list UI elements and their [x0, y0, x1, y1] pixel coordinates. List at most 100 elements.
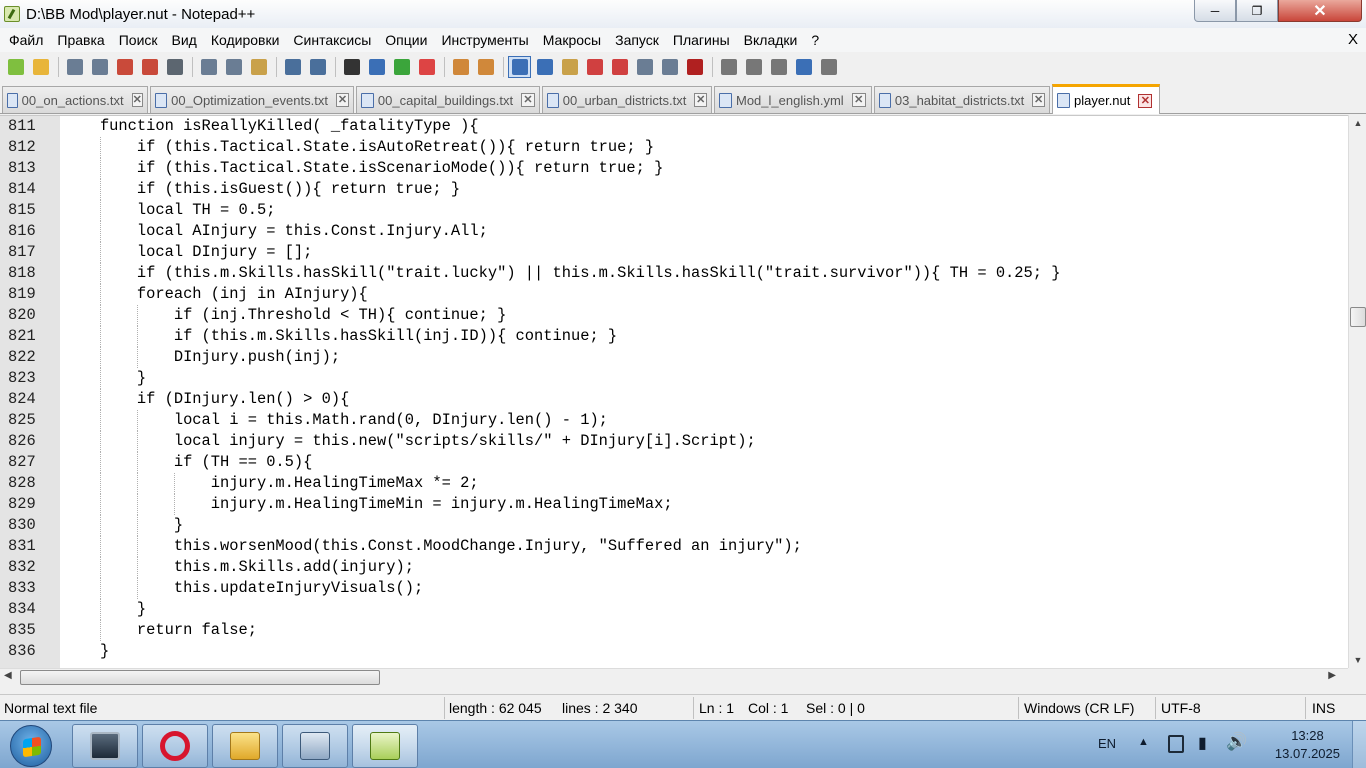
- maximize-button[interactable]: ❐: [1236, 0, 1278, 22]
- function-list-button[interactable]: [633, 56, 656, 78]
- folder-workspace-button[interactable]: [658, 56, 681, 78]
- udl-button[interactable]: [583, 56, 606, 78]
- tab-00-capital-buildings[interactable]: 00_capital_buildings.txt ✕: [356, 86, 540, 113]
- zoom-in-button[interactable]: [390, 56, 413, 78]
- code-line[interactable]: 826 local injury = this.new("scripts/ski…: [0, 431, 1344, 452]
- code-line[interactable]: 821 if (this.m.Skills.hasSkill(inj.ID)){…: [0, 326, 1344, 347]
- code-line[interactable]: 831 this.worsenMood(this.Const.MoodChang…: [0, 536, 1344, 557]
- menu-edit[interactable]: Правка: [50, 32, 111, 48]
- start-button[interactable]: [10, 725, 52, 767]
- code-line[interactable]: 822 DInjury.push(inj);: [0, 347, 1344, 368]
- code-editor[interactable]: 811 function isReallyKilled( _fatalityTy…: [0, 115, 1366, 668]
- close-document-button[interactable]: X: [1348, 31, 1358, 48]
- menu-settings[interactable]: Опции: [378, 32, 434, 48]
- undo-button[interactable]: [281, 56, 304, 78]
- code-line[interactable]: 830 }: [0, 515, 1344, 536]
- close-all-button[interactable]: [138, 56, 161, 78]
- tab-close-icon[interactable]: ✕: [1032, 93, 1045, 107]
- close-button[interactable]: [113, 56, 136, 78]
- menu-file[interactable]: Файл: [2, 32, 50, 48]
- vertical-scrollbar[interactable]: ▲ ▼: [1348, 115, 1366, 668]
- system-clock[interactable]: 13:28 13.07.2025: [1275, 727, 1340, 763]
- zoom-out-button[interactable]: [415, 56, 438, 78]
- code-line[interactable]: 824 if (DInjury.len() > 0){: [0, 389, 1344, 410]
- replace-button[interactable]: [365, 56, 388, 78]
- language-indicator[interactable]: EN: [1098, 736, 1116, 751]
- print-button[interactable]: [163, 56, 186, 78]
- redo-button[interactable]: [306, 56, 329, 78]
- code-line[interactable]: 812 if (this.Tactical.State.isAutoRetrea…: [0, 137, 1344, 158]
- sync-horizontal-button[interactable]: [474, 56, 497, 78]
- tab-close-icon[interactable]: ✕: [521, 93, 535, 107]
- code-line[interactable]: 818 if (this.m.Skills.hasSkill("trait.lu…: [0, 263, 1344, 284]
- code-line[interactable]: 834 }: [0, 599, 1344, 620]
- tab-close-icon[interactable]: ✕: [131, 93, 143, 107]
- horizontal-scrollbar[interactable]: ◀ ▶: [0, 668, 1348, 686]
- code-line[interactable]: 836 }: [0, 641, 1344, 662]
- tab-00-on-actions[interactable]: 00_on_actions.txt ✕: [2, 86, 148, 113]
- menu-run[interactable]: Запуск: [608, 32, 666, 48]
- code-line[interactable]: 819 foreach (inj in AInjury){: [0, 284, 1344, 305]
- tab-close-icon[interactable]: ✕: [335, 93, 349, 107]
- monitoring-button[interactable]: [683, 56, 706, 78]
- code-line[interactable]: 828 injury.m.HealingTimeMax *= 2;: [0, 473, 1344, 494]
- scroll-down-icon[interactable]: ▼: [1349, 652, 1366, 668]
- removable-device-icon[interactable]: [1168, 735, 1184, 753]
- new-file-button[interactable]: [4, 56, 27, 78]
- code-line[interactable]: 813 if (this.Tactical.State.isScenarioMo…: [0, 158, 1344, 179]
- taskbar-notepad-plus-plus[interactable]: [352, 724, 418, 768]
- taskbar-on-screen-keyboard[interactable]: [282, 724, 348, 768]
- code-line[interactable]: 827 if (TH == 0.5){: [0, 452, 1344, 473]
- volume-icon[interactable]: 🔊: [1226, 732, 1247, 752]
- code-line[interactable]: 833 this.updateInjuryVisuals();: [0, 578, 1344, 599]
- sync-vertical-button[interactable]: [449, 56, 472, 78]
- record-macro-button[interactable]: [717, 56, 740, 78]
- paste-button[interactable]: [247, 56, 270, 78]
- show-all-chars-button[interactable]: [533, 56, 556, 78]
- tab-close-icon[interactable]: ✕: [694, 93, 707, 107]
- play-macro-button[interactable]: [767, 56, 790, 78]
- scroll-left-icon[interactable]: ◀: [4, 670, 12, 681]
- scroll-right-icon[interactable]: ▶: [1328, 670, 1336, 681]
- taskbar-computer[interactable]: [72, 724, 138, 768]
- save-button[interactable]: [63, 56, 86, 78]
- menu-macro[interactable]: Макросы: [536, 32, 608, 48]
- tab-00-urban-districts[interactable]: 00_urban_districts.txt ✕: [542, 86, 712, 113]
- horizontal-scroll-thumb[interactable]: [20, 670, 380, 685]
- close-window-button[interactable]: ✕: [1278, 0, 1362, 22]
- stop-record-button[interactable]: [742, 56, 765, 78]
- code-line[interactable]: 814 if (this.isGuest()){ return true; }: [0, 179, 1344, 200]
- tab-03-habitat-districts[interactable]: 03_habitat_districts.txt ✕: [874, 86, 1050, 113]
- code-line[interactable]: 820 if (inj.Threshold < TH){ continue; }: [0, 305, 1344, 326]
- find-button[interactable]: [340, 56, 363, 78]
- run-multiple-button[interactable]: [792, 56, 815, 78]
- cut-button[interactable]: [197, 56, 220, 78]
- word-wrap-button[interactable]: [508, 56, 531, 78]
- code-line[interactable]: 823 }: [0, 368, 1344, 389]
- menu-language[interactable]: Синтаксисы: [286, 32, 378, 48]
- network-icon[interactable]: ▮: [1198, 733, 1207, 753]
- taskbar-explorer[interactable]: [212, 724, 278, 768]
- scroll-up-icon[interactable]: ▲: [1349, 115, 1366, 131]
- menu-search[interactable]: Поиск: [112, 32, 165, 48]
- code-line[interactable]: 829 injury.m.HealingTimeMin = injury.m.H…: [0, 494, 1344, 515]
- menu-encoding[interactable]: Кодировки: [204, 32, 287, 48]
- code-line[interactable]: 811 function isReallyKilled( _fatalityTy…: [0, 116, 1344, 137]
- indent-guide-button[interactable]: [558, 56, 581, 78]
- show-desktop-button[interactable]: [1352, 721, 1366, 768]
- doc-map-button[interactable]: [608, 56, 631, 78]
- save-macro-button[interactable]: [817, 56, 840, 78]
- show-hidden-icons-icon[interactable]: ▲: [1138, 736, 1149, 748]
- taskbar-opera[interactable]: [142, 724, 208, 768]
- open-file-button[interactable]: [29, 56, 52, 78]
- menu-view[interactable]: Вид: [165, 32, 204, 48]
- minimize-button[interactable]: ─: [1194, 0, 1236, 22]
- tab-close-icon[interactable]: ✕: [1138, 93, 1153, 108]
- menu-plugins[interactable]: Плагины: [666, 32, 737, 48]
- code-line[interactable]: 825 local i = this.Math.rand(0, DInjury.…: [0, 410, 1344, 431]
- tab-mod-l-english[interactable]: Mod_l_english.yml ✕: [714, 86, 872, 113]
- menu-tools[interactable]: Инструменты: [434, 32, 535, 48]
- code-line[interactable]: 835 return false;: [0, 620, 1344, 641]
- vertical-scroll-thumb[interactable]: [1350, 307, 1366, 327]
- tab-close-icon[interactable]: ✕: [851, 93, 866, 107]
